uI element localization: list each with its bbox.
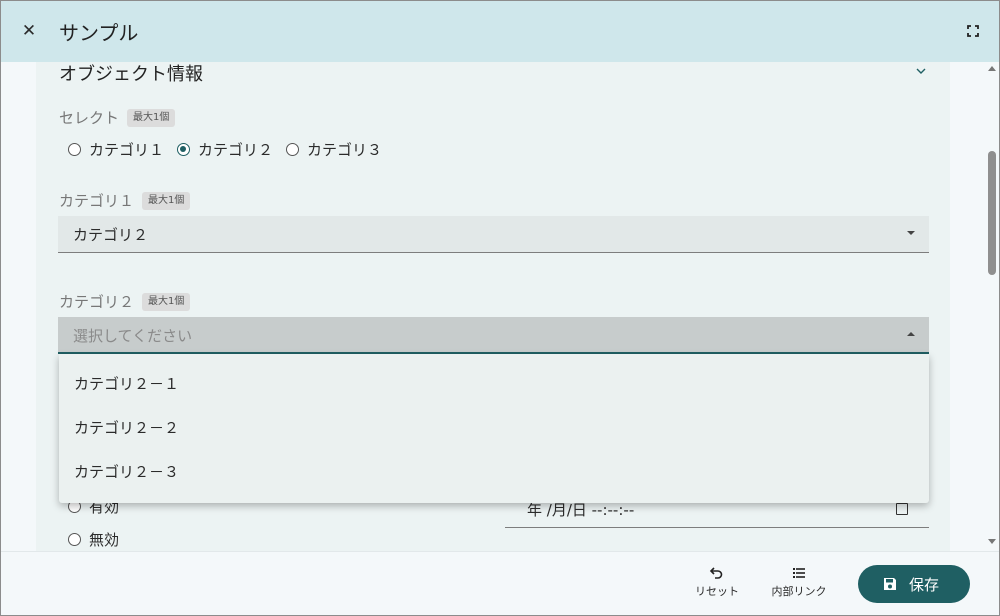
internal-link-label: 内部リンク xyxy=(771,585,827,598)
category1-badge: 最大1個 xyxy=(142,192,191,210)
dialog-window: ✕ サンプル オブジェクト情報 セレクト 最大1個 カテゴリ１ カテゴリ２ カテ… xyxy=(0,0,1000,616)
radio-invalid[interactable]: 無効 xyxy=(68,529,119,550)
select-field-badge: 最大1個 xyxy=(127,109,176,127)
select-field-label: セレクト xyxy=(59,109,120,127)
close-icon: ✕ xyxy=(21,21,37,41)
reset-label: リセット xyxy=(695,585,739,598)
radio-button[interactable] xyxy=(68,143,81,156)
title-bar: ✕ サンプル xyxy=(1,1,999,62)
fullscreen-button[interactable] xyxy=(963,21,983,41)
scrollbar-thumb[interactable] xyxy=(988,151,996,275)
list-icon xyxy=(793,568,805,578)
radio-category-1[interactable]: カテゴリ１ xyxy=(68,139,164,160)
save-button[interactable]: 保存 xyxy=(858,565,970,603)
menu-item-label: カテゴリ２－２ xyxy=(74,419,180,437)
scroll-up-arrow-icon[interactable] xyxy=(988,66,996,71)
internal-link-button[interactable]: 内部リンク xyxy=(764,565,834,605)
reset-button[interactable]: リセット xyxy=(682,565,752,605)
menu-item[interactable]: カテゴリ２－１ xyxy=(59,361,929,405)
category2-badge: 最大1個 xyxy=(142,293,191,311)
category2-select[interactable]: 選択してください xyxy=(58,317,929,354)
menu-item[interactable]: カテゴリ２－２ xyxy=(59,405,929,449)
radio-label: カテゴリ３ xyxy=(307,141,383,159)
radio-label: カテゴリ１ xyxy=(89,141,165,159)
dropdown-arrow-icon xyxy=(907,231,915,235)
menu-item[interactable]: カテゴリ２－３ xyxy=(59,449,929,493)
radio-button-checked[interactable] xyxy=(177,143,190,156)
calendar-icon[interactable] xyxy=(896,503,908,515)
undo-icon xyxy=(709,567,723,579)
category1-select[interactable]: カテゴリ２ xyxy=(58,216,929,253)
radio-label: 無効 xyxy=(89,531,120,549)
dropdown-arrow-up-icon xyxy=(907,332,915,336)
save-label: 保存 xyxy=(909,576,940,594)
radio-button[interactable] xyxy=(286,143,299,156)
close-button[interactable]: ✕ xyxy=(18,20,40,42)
category1-select-value: カテゴリ２ xyxy=(73,226,149,244)
radio-label: カテゴリ２ xyxy=(198,141,274,159)
radio-category-3[interactable]: カテゴリ３ xyxy=(286,139,382,160)
category2-dropdown-menu: カテゴリ２－１ カテゴリ２－２ カテゴリ２－３ xyxy=(59,354,929,503)
scroll-down-arrow-icon[interactable] xyxy=(988,539,996,544)
vertical-scrollbar[interactable] xyxy=(985,62,999,551)
dialog-footer: リセット 内部リンク 保存 xyxy=(1,551,999,615)
chevron-down-icon[interactable] xyxy=(914,64,928,78)
category2-select-placeholder: 選択してください xyxy=(73,327,193,345)
category1-label: カテゴリ１ xyxy=(59,192,135,210)
save-icon xyxy=(884,578,896,590)
fullscreen-icon xyxy=(967,25,979,37)
section-title: オブジェクト情報 xyxy=(59,64,203,85)
menu-item-label: カテゴリ２－３ xyxy=(74,463,180,481)
radio-button[interactable] xyxy=(68,533,81,546)
menu-item-label: カテゴリ２－１ xyxy=(74,375,180,393)
radio-category-2[interactable]: カテゴリ２ xyxy=(177,139,273,160)
category2-label: カテゴリ２ xyxy=(59,293,135,311)
dialog-title: サンプル xyxy=(59,21,139,45)
